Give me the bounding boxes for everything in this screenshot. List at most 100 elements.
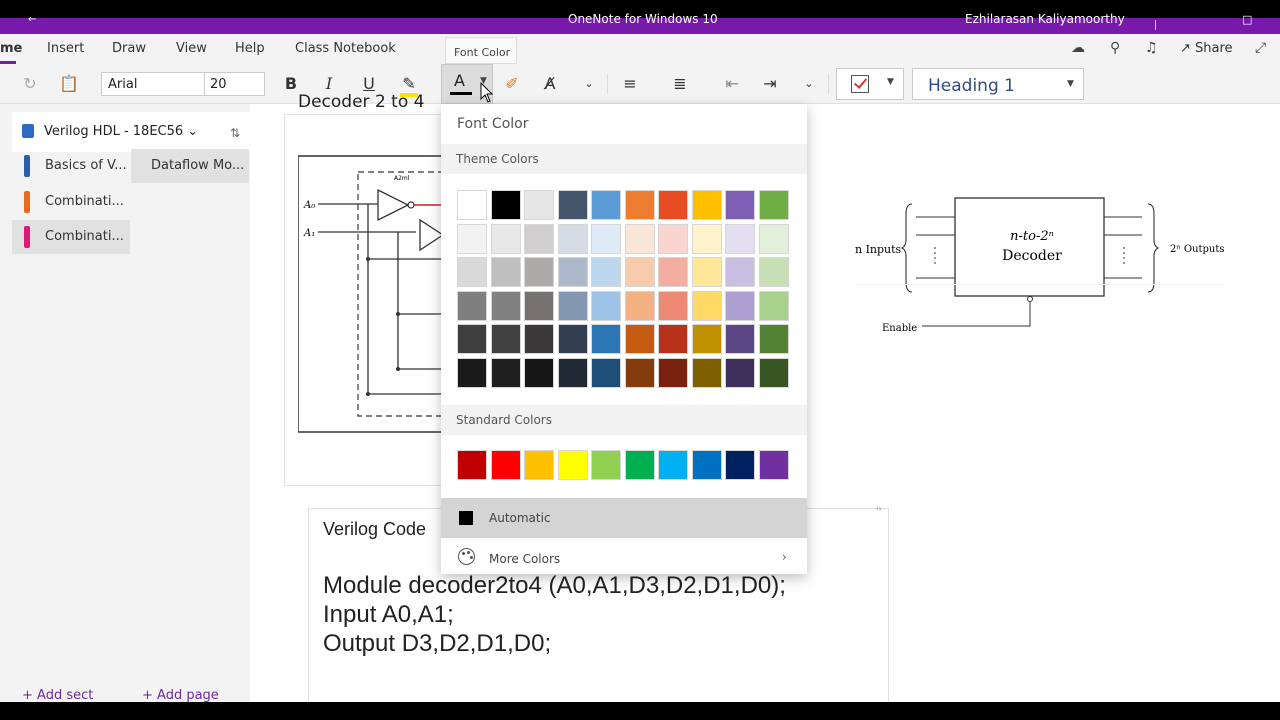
theme-color-swatch[interactable]: [557, 324, 588, 354]
theme-color-swatch[interactable]: [691, 257, 722, 287]
page-dataflow[interactable]: Dataflow Mo...: [131, 149, 249, 183]
numbered-list-icon[interactable]: ≣: [668, 72, 692, 96]
theme-color-swatch[interactable]: [725, 357, 755, 388]
container-resize-handle-icon[interactable]: ‹›: [876, 505, 882, 513]
theme-color-swatch[interactable]: [490, 190, 521, 220]
increase-indent-icon[interactable]: ⇥: [758, 72, 782, 96]
add-page-button[interactable]: + Add page: [142, 688, 219, 703]
theme-color-swatch[interactable]: [725, 223, 755, 254]
clipboard-icon[interactable]: 📋: [57, 72, 81, 96]
theme-color-swatch[interactable]: [591, 357, 621, 388]
theme-color-swatch[interactable]: [457, 290, 487, 321]
theme-color-swatch[interactable]: [591, 290, 621, 321]
decrease-indent-icon[interactable]: ⇤: [720, 72, 744, 96]
todo-tag-button[interactable]: ▼: [836, 68, 904, 100]
standard-color-swatch[interactable]: [658, 450, 688, 480]
theme-color-swatch[interactable]: [658, 324, 688, 354]
section-basics[interactable]: Basics of V...: [12, 149, 130, 183]
standard-color-swatch[interactable]: [624, 450, 655, 480]
theme-color-swatch[interactable]: [557, 290, 588, 321]
automatic-color-option[interactable]: Automatic: [441, 498, 807, 538]
theme-color-swatch[interactable]: [591, 324, 621, 354]
standard-color-swatch[interactable]: [457, 450, 487, 480]
theme-color-swatch[interactable]: [591, 223, 621, 254]
theme-color-swatch[interactable]: [691, 190, 722, 220]
notification-bell-icon[interactable]: ♫: [1145, 40, 1158, 56]
theme-color-swatch[interactable]: [490, 223, 521, 254]
bullet-list-icon[interactable]: ≡: [618, 72, 642, 96]
code-line[interactable]: Output D3,D2,D1,D0;: [323, 630, 551, 658]
sort-icon[interactable]: ⇅: [230, 126, 240, 140]
font-name-input[interactable]: Arial: [108, 77, 137, 92]
standard-color-swatch[interactable]: [557, 450, 588, 480]
tab-insert[interactable]: Insert: [47, 41, 84, 56]
lightbulb-icon[interactable]: ⚲: [1110, 40, 1120, 56]
theme-color-swatch[interactable]: [524, 223, 554, 254]
share-button[interactable]: ↗ Share: [1180, 41, 1233, 56]
theme-color-swatch[interactable]: [691, 357, 722, 388]
theme-color-swatch[interactable]: [524, 357, 554, 388]
theme-color-swatch[interactable]: [658, 357, 688, 388]
notebook-selector[interactable]: Verilog HDL - 18EC56 ⌄ ⇅: [12, 112, 250, 152]
theme-color-swatch[interactable]: [758, 190, 789, 220]
theme-color-swatch[interactable]: [624, 324, 655, 354]
tab-home[interactable]: me: [0, 41, 22, 56]
theme-color-swatch[interactable]: [691, 290, 722, 321]
theme-color-swatch[interactable]: [725, 190, 755, 220]
tab-draw[interactable]: Draw: [112, 41, 146, 56]
section-combinational-1[interactable]: Combinati...: [12, 185, 130, 219]
sync-status-icon[interactable]: ☁: [1071, 40, 1085, 56]
theme-color-swatch[interactable]: [457, 257, 487, 287]
code-line[interactable]: Input A0,A1;: [323, 601, 454, 629]
tab-help[interactable]: Help: [235, 41, 265, 56]
theme-color-swatch[interactable]: [624, 257, 655, 287]
theme-color-swatch[interactable]: [624, 357, 655, 388]
minimize-icon[interactable]: □: [1242, 13, 1252, 26]
theme-color-swatch[interactable]: [658, 223, 688, 254]
theme-color-swatch[interactable]: [557, 190, 588, 220]
theme-color-swatch[interactable]: [557, 223, 588, 254]
theme-color-swatch[interactable]: [524, 257, 554, 287]
fullscreen-icon[interactable]: ⤢: [1255, 40, 1266, 56]
theme-color-swatch[interactable]: [591, 257, 621, 287]
tag-dropdown-chevron-icon[interactable]: ▼: [887, 77, 894, 87]
style-selector[interactable]: Heading 1 ▼: [912, 68, 1084, 100]
theme-color-swatch[interactable]: [725, 257, 755, 287]
theme-color-swatch[interactable]: [758, 223, 789, 254]
theme-color-swatch[interactable]: [557, 357, 588, 388]
theme-color-swatch[interactable]: [490, 290, 521, 321]
theme-color-swatch[interactable]: [490, 324, 521, 354]
theme-color-swatch[interactable]: [758, 290, 789, 321]
theme-color-swatch[interactable]: [524, 324, 554, 354]
redo-icon[interactable]: ↻: [18, 72, 42, 96]
theme-color-swatch[interactable]: [490, 257, 521, 287]
standard-color-swatch[interactable]: [725, 450, 755, 480]
code-title[interactable]: Verilog Code: [323, 519, 426, 540]
code-line[interactable]: Module decoder2to4 (A0,A1,D3,D2,D1,D0);: [323, 572, 786, 600]
theme-color-swatch[interactable]: [758, 357, 789, 388]
theme-color-swatch[interactable]: [658, 290, 688, 321]
back-arrow-icon[interactable]: ←: [28, 14, 36, 25]
theme-color-swatch[interactable]: [457, 190, 487, 220]
more-formatting-chevron-icon[interactable]: ⌄: [580, 72, 598, 96]
theme-color-swatch[interactable]: [457, 324, 487, 354]
theme-color-swatch[interactable]: [457, 223, 487, 254]
more-paragraph-chevron-icon[interactable]: ⌄: [800, 72, 818, 96]
more-colors-option[interactable]: More Colors ›: [441, 538, 807, 574]
tab-class-notebook[interactable]: Class Notebook: [295, 41, 396, 56]
theme-color-swatch[interactable]: [691, 324, 722, 354]
theme-color-swatch[interactable]: [624, 290, 655, 321]
theme-color-swatch[interactable]: [624, 190, 655, 220]
font-selector[interactable]: Arial 20: [101, 72, 265, 96]
theme-color-swatch[interactable]: [624, 223, 655, 254]
theme-color-swatch[interactable]: [557, 257, 588, 287]
page-heading[interactable]: Decoder 2 to 4: [298, 92, 424, 112]
tab-view[interactable]: View: [176, 41, 207, 56]
theme-color-swatch[interactable]: [691, 223, 722, 254]
format-painter-icon[interactable]: ✐: [500, 72, 524, 96]
theme-color-swatch[interactable]: [725, 290, 755, 321]
theme-color-swatch[interactable]: [758, 324, 789, 354]
theme-color-swatch[interactable]: [658, 257, 688, 287]
theme-color-swatch[interactable]: [725, 324, 755, 354]
user-name[interactable]: Ezhilarasan Kaliyamoorthy: [965, 12, 1125, 26]
